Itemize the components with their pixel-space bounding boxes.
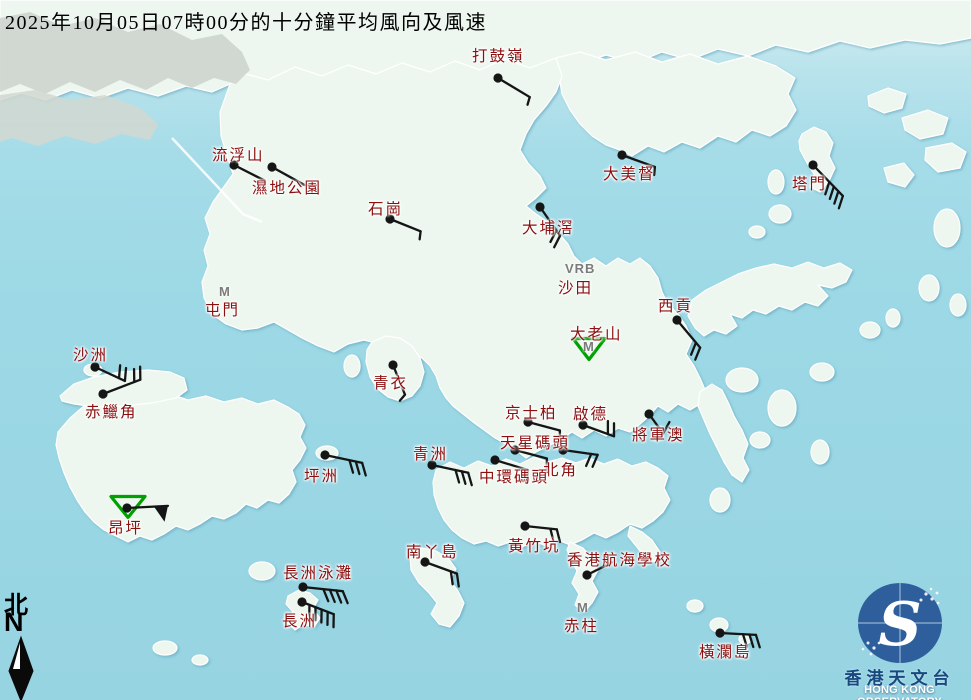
wind-barb [493,458,529,485]
wind-barb [232,163,266,182]
station-dot [420,557,430,567]
station-dot [644,409,654,419]
wind-barb [581,419,616,438]
wind-barb [620,153,657,177]
wind-barb [538,205,562,249]
station-dot [523,417,533,427]
station-dot [98,389,108,399]
station-dot [298,582,308,592]
wind-barb [718,631,761,649]
compass-needle-icon [8,635,34,700]
wind-barb [125,504,170,522]
wind-barb [811,163,845,210]
hko-logo-icon: S [858,583,942,663]
station-dot [90,362,100,372]
wind-barb [561,448,599,468]
compass: 北 N [2,585,42,700]
station-dot [582,570,592,580]
station-dot [672,315,682,325]
wind-barbs-layer [90,73,845,649]
wind-barb [423,560,460,588]
wind-barb [430,463,473,487]
wind-barb [526,420,562,445]
station-dot [297,597,307,607]
station-dot [558,445,568,455]
station-dot [490,455,500,465]
station-dot [510,445,520,455]
station-dot [578,420,588,430]
station-dot [229,160,239,170]
station-dot [520,521,530,531]
mountain-triangle-marker [571,336,607,362]
hko-logo: S 香港天文台 HONG KONG OBSERVATORY [828,578,971,700]
station-dot [493,73,503,83]
svg-text:S: S [878,590,921,660]
station-dot [617,150,627,160]
wind-barb [675,318,702,361]
station-dot [122,503,132,513]
wind-barb [300,600,335,629]
wind-barb [496,76,531,106]
hko-logo-name-latin: HONG KONG OBSERVATORY [857,684,942,700]
station-dot [388,360,398,370]
station-dot [808,160,818,170]
station-dot [427,460,437,470]
map-title: 2025年10月05日07時00分的十分鐘平均風向及風速 [5,12,487,34]
station-dot [320,450,330,460]
wind-barb [523,524,562,544]
wind-barb [301,585,349,605]
wind-barb [391,363,407,402]
wind-map: 打鼓嶺 流浮山 濕地公園 石崗 大美督 塔門 大埔滘 沙田 VRB 屯門 M 西貢 大老山 M 沙洲 赤鱲角青… [0,0,971,700]
wind-barb [270,165,306,187]
station-dot [715,628,725,638]
station-dot [385,214,395,224]
wind-barb [93,364,128,383]
wind-barb [323,453,367,477]
wind-barb [388,217,422,241]
station-dot [267,162,277,172]
station-dot [535,202,545,212]
